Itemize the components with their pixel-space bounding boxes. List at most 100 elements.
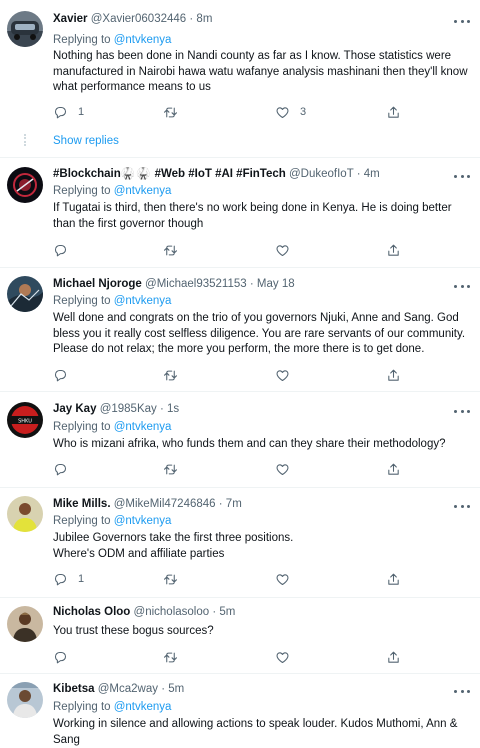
retweet-icon — [164, 574, 177, 584]
retweet-button[interactable] — [163, 649, 178, 665]
share-icon — [388, 573, 399, 585]
reply-button[interactable] — [53, 461, 68, 477]
tweet[interactable]: Michael Njoroge @Michael93521153 · May 1… — [0, 268, 480, 392]
like-count: 3 — [300, 106, 307, 118]
author-handle[interactable]: @Xavier06032446 — [91, 13, 186, 25]
author-handle[interactable]: @Mca2way — [98, 683, 158, 695]
more-icon[interactable] — [454, 406, 470, 416]
replying-to: Replying to @ntvkenya — [53, 33, 171, 48]
timestamp[interactable]: 8m — [196, 13, 212, 25]
tweet[interactable]: Nicholas Oloo @nicholasoloo · 5m You tru… — [0, 598, 480, 674]
share-button[interactable] — [386, 649, 401, 665]
reply-icon — [54, 244, 67, 256]
avatar[interactable] — [7, 276, 43, 312]
like-button[interactable] — [275, 461, 290, 477]
author-handle[interactable]: @1985Kay — [100, 403, 157, 415]
retweet-button[interactable] — [163, 461, 178, 477]
like-button[interactable] — [275, 242, 290, 258]
reply-button[interactable] — [53, 242, 68, 258]
retweet-icon — [164, 652, 177, 662]
avatar[interactable] — [7, 11, 43, 47]
timestamp[interactable]: May 18 — [257, 278, 295, 290]
tweet-actions: 1 3 — [53, 104, 403, 120]
replying-to: Replying to @ntvkenya — [53, 420, 171, 435]
more-icon[interactable] — [454, 281, 470, 291]
tweet-actions — [53, 367, 403, 383]
timestamp[interactable]: 4m — [364, 168, 380, 180]
reply-button[interactable] — [53, 367, 68, 383]
heart-icon — [276, 106, 289, 118]
author-handle[interactable]: @MikeMil47246846 — [114, 498, 216, 510]
share-icon — [388, 463, 399, 475]
author-name[interactable]: Jay Kay — [53, 403, 96, 415]
more-icon[interactable] — [454, 171, 470, 181]
avatar[interactable] — [7, 682, 43, 718]
author-name[interactable]: Michael Njoroge — [53, 278, 142, 290]
share-button[interactable] — [386, 571, 401, 587]
tweet[interactable]: #Blockchain🥋🥋 #Web #IoT #AI #FinTech @Du… — [0, 158, 480, 268]
reply-count: 1 — [78, 106, 85, 118]
more-icon[interactable] — [454, 686, 470, 696]
retweet-icon — [164, 464, 177, 474]
separator: · — [356, 168, 361, 180]
like-button[interactable] — [275, 571, 290, 587]
retweet-button[interactable] — [163, 242, 178, 258]
retweet-button[interactable] — [163, 367, 178, 383]
share-button[interactable] — [386, 461, 401, 477]
heart-icon — [276, 463, 289, 475]
like-button[interactable] — [275, 367, 290, 383]
tweet[interactable]: Mike Mills. @MikeMil47246846 · 7m Replyi… — [0, 488, 480, 598]
reply-button[interactable] — [53, 649, 68, 665]
author-name[interactable]: Xavier — [53, 13, 88, 25]
tweet[interactable]: Xavier @Xavier06032446 · 8m Replying to … — [0, 0, 480, 158]
like-button[interactable] — [275, 649, 290, 665]
replying-handle-link[interactable]: @ntvkenya — [114, 185, 172, 197]
replying-prefix: Replying to — [53, 701, 114, 713]
tweet-text-line: If Tugatai is third, then there's no wor… — [53, 202, 452, 214]
replying-to: Replying to @ntvkenya — [53, 294, 171, 309]
share-button[interactable] — [386, 242, 401, 258]
retweet-button[interactable] — [163, 571, 178, 587]
tweet-text: Jubilee Governors take the first three p… — [53, 531, 468, 562]
timestamp[interactable]: 5m — [168, 683, 184, 695]
replying-handle-link[interactable]: @ntvkenya — [114, 421, 172, 433]
tweet-text-line: Jubilee Governors take the first three p… — [53, 532, 294, 544]
replying-handle-link[interactable]: @ntvkenya — [114, 515, 172, 527]
replying-handle-link[interactable]: @ntvkenya — [114, 34, 172, 46]
replying-handle-link[interactable]: @ntvkenya — [114, 295, 172, 307]
separator: · — [212, 606, 217, 618]
share-button[interactable] — [386, 367, 401, 383]
retweet-button[interactable] — [163, 104, 178, 120]
author-name-tags[interactable]: #Web #IoT #AI #FinTech — [151, 168, 286, 180]
author-name[interactable]: Kibetsa — [53, 683, 95, 695]
author-handle[interactable]: @DukeofIoT — [289, 168, 354, 180]
more-icon[interactable] — [454, 16, 470, 26]
tweet[interactable]: Kibetsa @Mca2way · 5m Replying to @ntvke… — [0, 674, 480, 748]
avatar[interactable] — [7, 606, 43, 642]
like-button[interactable]: 3 — [275, 104, 306, 120]
author-name[interactable]: Nicholas Oloo — [53, 606, 130, 618]
reply-button[interactable]: 1 — [53, 571, 84, 587]
author-handle[interactable]: @Michael93521153 — [145, 278, 247, 290]
tweet[interactable]: SHKU Jay Kay @1985Kay · 1s Replying to @… — [0, 392, 480, 488]
avatar[interactable] — [7, 496, 43, 532]
timestamp[interactable]: 1s — [167, 403, 179, 415]
author-name[interactable]: #Blockchain — [53, 168, 121, 180]
avatar[interactable]: SHKU — [7, 402, 43, 438]
show-replies-link[interactable]: Show replies — [53, 135, 119, 147]
tweet-text-line: Please do not relax; the more you perfor… — [53, 343, 425, 355]
reply-count: 1 — [78, 573, 85, 585]
separator: · — [189, 13, 194, 25]
author-handle[interactable]: @nicholasoloo — [134, 606, 210, 618]
replying-handle-link[interactable]: @ntvkenya — [114, 701, 172, 713]
reply-button[interactable]: 1 — [53, 104, 84, 120]
share-button[interactable] — [386, 104, 401, 120]
author-name[interactable]: Mike Mills. — [53, 498, 111, 510]
tweet-text: Nothing has been done in Nandi county as… — [53, 49, 468, 96]
tweet-text-line: Nothing has been done in Nandi county as… — [53, 50, 452, 62]
more-icon[interactable] — [454, 501, 470, 511]
timestamp[interactable]: 7m — [226, 498, 242, 510]
share-icon — [388, 244, 399, 256]
avatar[interactable] — [7, 167, 43, 203]
timestamp[interactable]: 5m — [219, 606, 235, 618]
